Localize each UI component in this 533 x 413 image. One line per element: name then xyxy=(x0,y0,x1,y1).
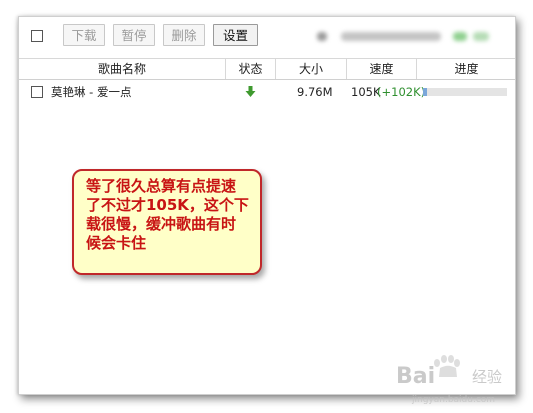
song-name: 莫艳琳 - 爱一点 xyxy=(51,85,132,99)
column-header-progress[interactable]: 进度 xyxy=(416,59,516,79)
progress-bar xyxy=(423,88,507,96)
column-header-status[interactable]: 状态 xyxy=(225,59,275,79)
music-download-panel: 下载 暂停 删除 设置 歌曲名称 状态 大小 速度 进度 莫艳琳 - 爱一点 9… xyxy=(18,16,516,395)
speed-delta: (+102K) xyxy=(377,85,426,99)
song-size: 9.76M xyxy=(297,85,333,99)
pause-button[interactable]: 暂停 xyxy=(113,24,155,46)
annotation-callout: 等了很久总算有点提速了不过才105K，这个下载很慢，缓冲歌曲有时候会卡住 xyxy=(72,169,262,275)
delete-button[interactable]: 删除 xyxy=(163,24,205,46)
row-checkbox[interactable] xyxy=(31,86,43,98)
progress-fill xyxy=(423,88,427,96)
callout-text: 等了很久总算有点提速了不过才105K，这个下载很慢，缓冲歌曲有时候会卡住 xyxy=(86,177,249,252)
table-row[interactable]: 莫艳琳 - 爱一点 9.76M 105K (+102K) xyxy=(19,80,515,104)
select-all-checkbox[interactable] xyxy=(31,30,43,42)
svg-text:Bai: Bai xyxy=(396,364,435,389)
song-speed: 105K xyxy=(351,85,381,99)
blurred-info xyxy=(317,29,497,45)
baidu-jingyan-watermark: Bai 经验 jingyan.baidu.com xyxy=(390,350,530,410)
toolbar: 下载 暂停 删除 设置 xyxy=(19,17,515,58)
svg-text:经验: 经验 xyxy=(472,368,502,386)
table-header: 歌曲名称 状态 大小 速度 进度 xyxy=(19,58,515,80)
column-header-name[interactable]: 歌曲名称 xyxy=(19,59,225,79)
column-header-speed[interactable]: 速度 xyxy=(346,59,416,79)
column-header-size[interactable]: 大小 xyxy=(275,59,346,79)
download-button[interactable]: 下载 xyxy=(63,24,105,46)
settings-button[interactable]: 设置 xyxy=(213,24,258,46)
svg-text:jingyan.baidu.com: jingyan.baidu.com xyxy=(411,395,495,405)
download-arrow-icon xyxy=(245,80,259,104)
